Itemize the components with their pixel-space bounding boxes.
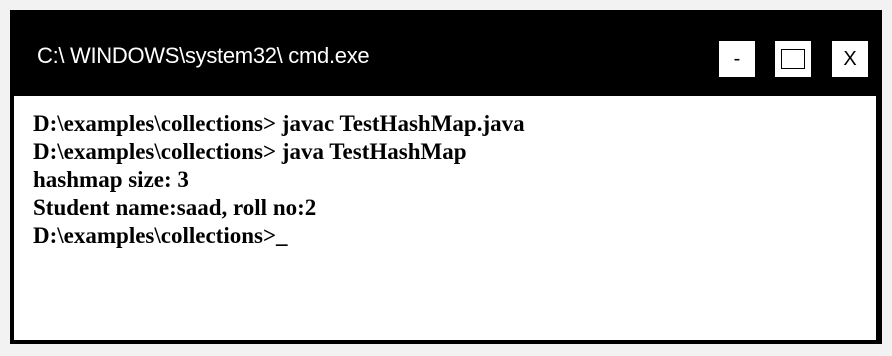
- maximize-icon: [781, 49, 805, 69]
- window-title: C:\ WINDOWS\system32\ cmd.exe: [37, 43, 370, 68]
- close-button[interactable]: X: [832, 41, 868, 77]
- console-line: hashmap size: 3: [33, 167, 189, 192]
- console-output[interactable]: D:\examples\collections> javac TestHashM…: [14, 96, 876, 340]
- title-bar[interactable]: C:\ WINDOWS\system32\ cmd.exe - X: [10, 10, 882, 96]
- console-line: Student name:saad, roll no:2: [33, 195, 317, 220]
- minimize-button[interactable]: -: [719, 41, 755, 77]
- cmd-window: C:\ WINDOWS\system32\ cmd.exe - X D:\exa…: [10, 10, 882, 344]
- console-prompt-line: D:\examples\collections>_: [33, 223, 288, 248]
- maximize-button[interactable]: [775, 41, 811, 77]
- console-line: D:\examples\collections> javac TestHashM…: [33, 111, 525, 136]
- console-line: D:\examples\collections> java TestHashMa…: [33, 139, 467, 164]
